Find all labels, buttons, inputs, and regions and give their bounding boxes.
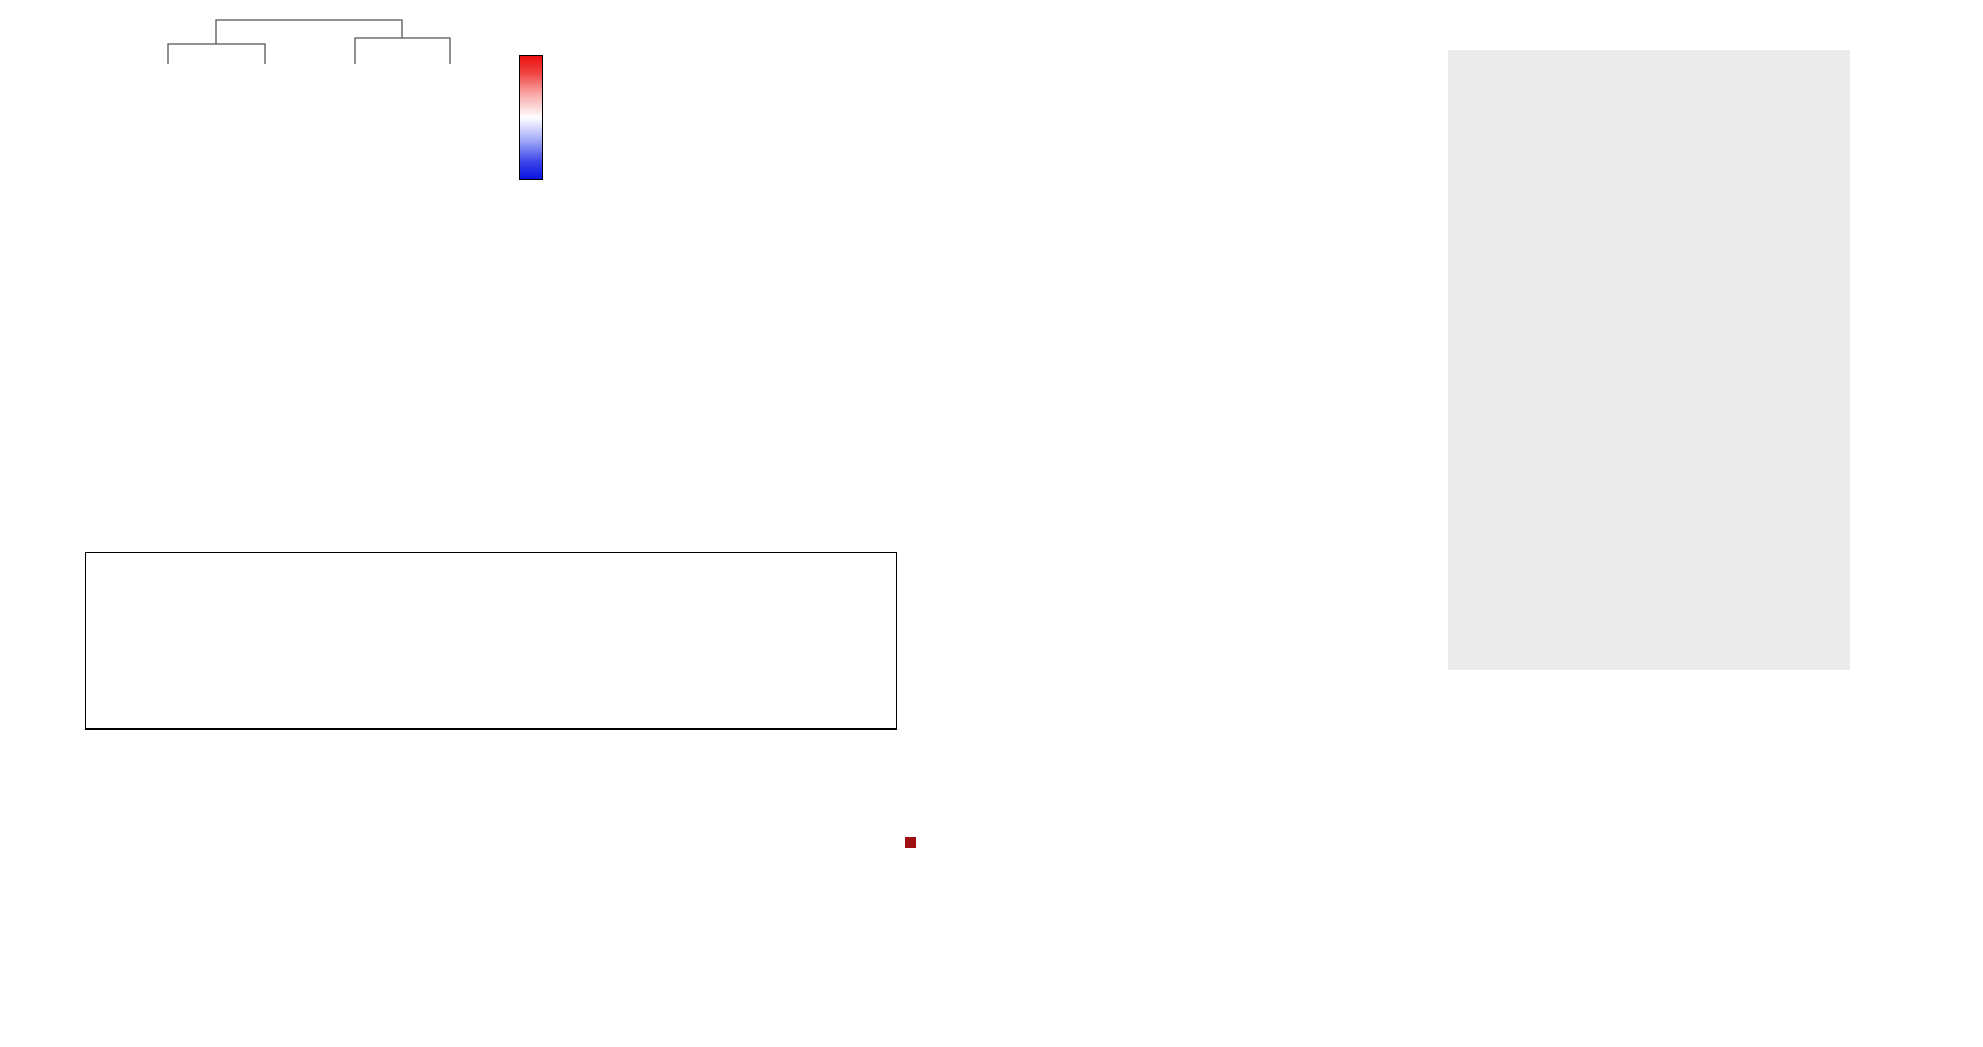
c-plot-area: [85, 552, 897, 730]
panel-b-maplots: [575, 0, 1105, 545]
heatmap: [55, 70, 505, 415]
column-dendrogram: [167, 19, 451, 64]
d-plot-area: [1448, 50, 1850, 670]
panel-c-go-barchart: [0, 525, 1140, 1047]
heatmap-colorbar: [519, 55, 543, 180]
row-dendrogram: [55, 70, 113, 415]
c-legend: [905, 837, 922, 848]
c-legend-swatch: [905, 837, 916, 848]
panel-d-pathway-enrichment: [1140, 0, 1983, 760]
heatmap-grid: [113, 70, 505, 415]
c-category-labels: [85, 729, 895, 730]
panel-a-heatmap: [0, 0, 580, 545]
